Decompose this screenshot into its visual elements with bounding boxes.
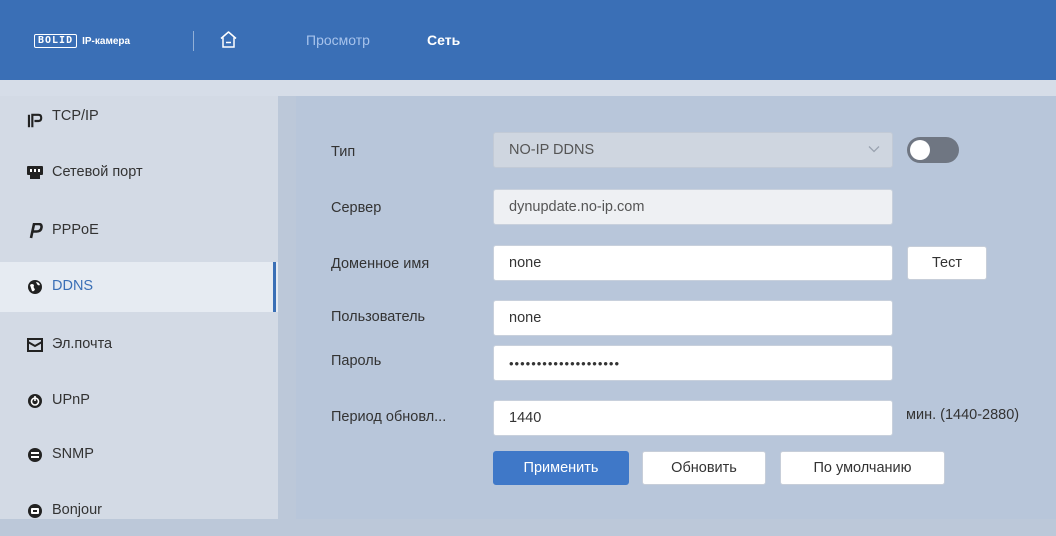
active-indicator [273,262,276,312]
user-field[interactable]: none [493,300,893,336]
snmp-icon [27,447,43,463]
sidebar-item-network-port[interactable]: Сетевой порт [0,148,278,198]
period-unit: мин. (1440-2880) [906,407,1020,423]
globe-icon [27,279,43,295]
tab-network[interactable]: Сеть [427,32,460,48]
ip-icon [27,113,43,129]
sidebar-item-snmp[interactable]: SNMP [0,430,278,480]
bonjour-icon [27,503,43,519]
user-value: none [509,310,542,326]
apply-button[interactable]: Применить [493,451,629,485]
type-select[interactable]: NO-IP DDNS [493,132,893,168]
network-port-icon [27,165,43,181]
sidebar: TCP/IP Сетевой порт PPPoE DDNS Эл.почта … [0,96,278,519]
sidebar-item-email[interactable]: Эл.почта [0,320,278,370]
home-icon[interactable] [219,30,238,49]
user-label: Пользователь [331,309,426,325]
type-label: Тип [331,144,356,160]
sidebar-item-tcpip[interactable]: TCP/IP [0,96,278,146]
period-label: Период обновл... [331,409,447,425]
server-field: dynupdate.no-ip.com [493,189,893,225]
mail-icon [27,337,43,353]
server-label: Сервер [331,200,382,216]
upnp-icon [27,393,43,409]
default-button[interactable]: По умолчанию [780,451,945,485]
sidebar-item-label: DDNS [52,278,94,294]
bolid-logo: BOLID IP-камера [34,34,130,48]
pppoe-icon [27,223,43,239]
sidebar-item-bonjour[interactable]: Bonjour [0,486,278,536]
refresh-button[interactable]: Обновить [642,451,766,485]
sidebar-item-label: TCP/IP [52,108,99,124]
logo-subtitle: IP-камера [82,35,131,47]
tab-preview[interactable]: Просмотр [306,32,370,48]
sidebar-item-pppoe[interactable]: PPPoE [0,206,278,256]
server-value: dynupdate.no-ip.com [509,199,645,215]
password-label: Пароль [331,353,382,369]
period-value: 1440 [509,410,542,426]
top-header: BOLID IP-камера Просмотр Сеть [0,0,1056,80]
sidebar-item-label: Сетевой порт [52,164,143,180]
header-divider [193,31,194,51]
test-button[interactable]: Тест [907,246,987,280]
sidebar-item-label: Bonjour [52,502,102,518]
sidebar-item-label: UPnP [52,392,90,408]
password-value: •••••••••••••••••••• [509,355,621,371]
logo-mark: BOLID [34,34,78,48]
period-field[interactable]: 1440 [493,400,893,436]
sidebar-item-upnp[interactable]: UPnP [0,376,278,426]
type-select-value: NO-IP DDNS [509,142,595,158]
toggle-knob [910,140,930,160]
sidebar-item-ddns[interactable]: DDNS [0,262,278,312]
header-strip [0,80,1056,96]
domain-label: Доменное имя [331,256,430,272]
sidebar-item-label: PPPoE [52,222,99,238]
password-field[interactable]: •••••••••••••••••••• [493,345,893,381]
ddns-enable-toggle[interactable] [907,137,959,163]
sidebar-item-label: SNMP [52,446,94,462]
domain-field[interactable]: none [493,245,893,281]
sidebar-item-label: Эл.почта [52,336,113,352]
domain-value: none [509,255,542,271]
chevron-down-icon [868,146,880,153]
